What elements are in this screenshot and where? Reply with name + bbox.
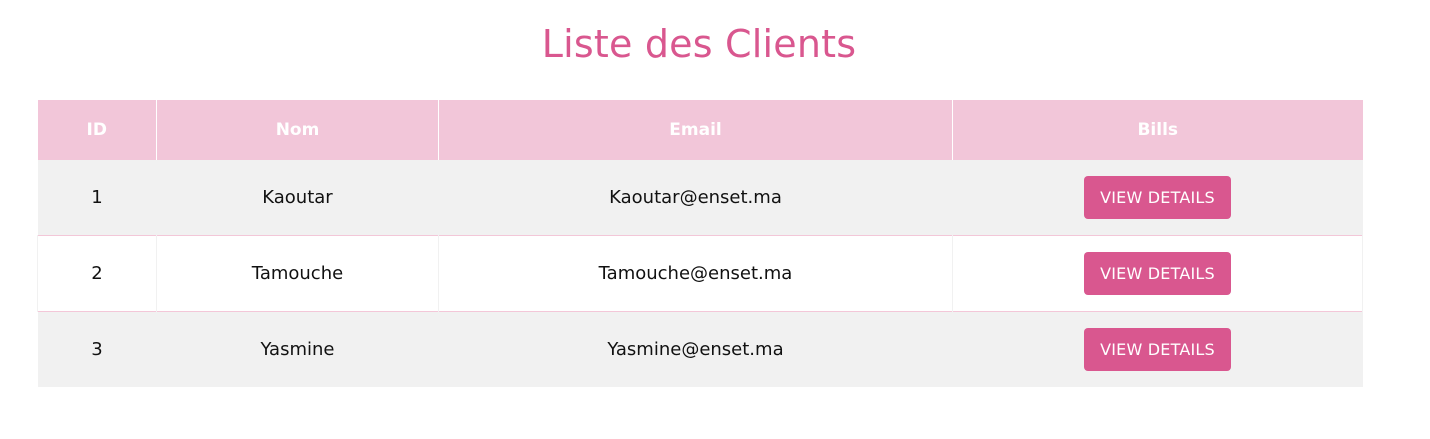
table-row: 3 Yasmine Yasmine@enset.ma VIEW DETAILS — [37, 311, 1363, 388]
table-row: 2 Tamouche Tamouche@enset.ma VIEW DETAIL… — [37, 235, 1363, 312]
table-header: ID Nom Email Bills — [37, 100, 1363, 160]
column-header-id: ID — [37, 100, 157, 160]
cell-email: Kaoutar@enset.ma — [609, 187, 782, 208]
cell-nom: Tamouche — [156, 235, 439, 312]
table-header-row: ID Nom Email Bills — [37, 100, 1363, 160]
cell-email: Tamouche@enset.ma — [438, 235, 953, 312]
cell-id: 3 — [91, 339, 103, 360]
cell-bills: VIEW DETAILS — [952, 235, 1363, 312]
cell-email: Yasmine@enset.ma — [607, 339, 784, 360]
view-details-button[interactable]: VIEW DETAILS — [1084, 328, 1231, 371]
page: Liste des Clients ID Nom Email Bills 1 K… — [0, 0, 1430, 439]
clients-table: ID Nom Email Bills 1 Kaoutar Kaoutar@ens… — [37, 100, 1363, 387]
table-row: 1 Kaoutar Kaoutar@enset.ma VIEW DETAILS — [37, 160, 1363, 236]
cell-nom: Kaoutar — [262, 187, 333, 208]
cell-id: 1 — [91, 187, 103, 208]
column-header-nom: Nom — [156, 100, 439, 160]
view-details-button[interactable]: VIEW DETAILS — [1084, 252, 1231, 295]
page-title: Liste des Clients — [541, 22, 857, 66]
cell-id: 2 — [37, 235, 157, 312]
cell-nom: Yasmine — [260, 339, 335, 360]
table-body: 1 Kaoutar Kaoutar@enset.ma VIEW DETAILS … — [37, 160, 1363, 388]
column-header-bills: Bills — [952, 100, 1363, 160]
view-details-button[interactable]: VIEW DETAILS — [1084, 176, 1231, 219]
cell-bills: VIEW DETAILS — [953, 312, 1363, 388]
column-header-email: Email — [438, 100, 953, 160]
cell-bills: VIEW DETAILS — [953, 160, 1363, 236]
